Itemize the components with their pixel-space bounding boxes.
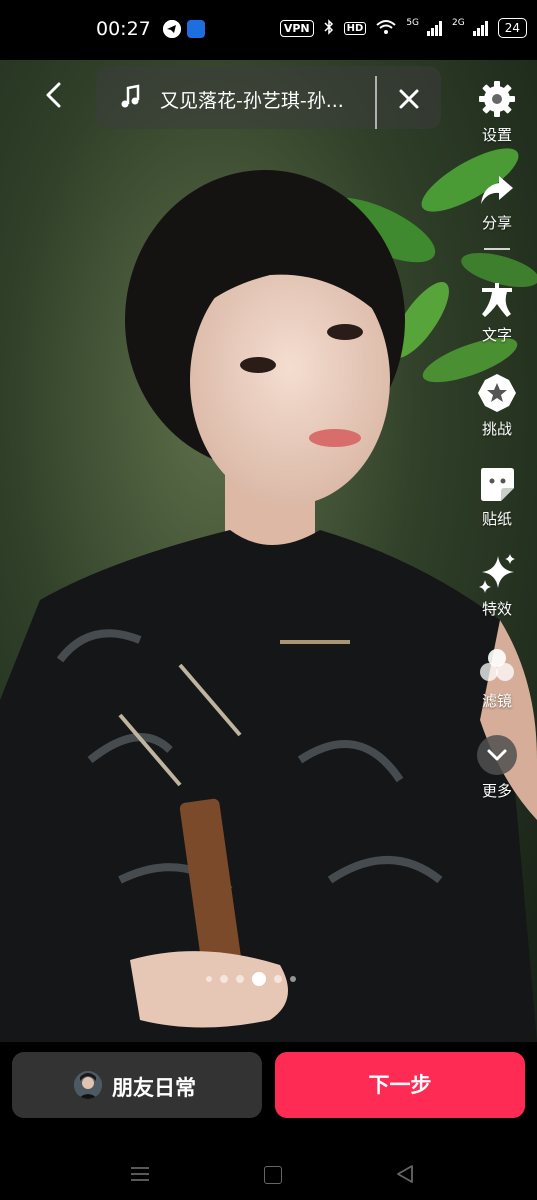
tool-effects-label: 特效 [481, 600, 512, 618]
status-bar: 00:27 VPN HD 5G 2G 24 [0, 0, 537, 60]
system-nav-bar [0, 1150, 537, 1200]
vpn-badge: VPN [279, 19, 314, 37]
music-selector[interactable]: 又见落花-孙艺琪-孙... [96, 66, 441, 129]
share-icon [481, 176, 513, 204]
tool-text-label: 文字 [481, 326, 512, 344]
friends-daily-label: 朋友日常 [112, 1076, 196, 1100]
bottom-bar: 朋友日常 下一步 [0, 1042, 537, 1200]
tool-more-label: 更多 [481, 782, 512, 800]
hd-badge: HD [343, 21, 367, 35]
page-indicator [206, 972, 296, 986]
tool-settings-label: 设置 [481, 126, 512, 144]
telegram-icon [163, 20, 181, 38]
status-time: 00:27 [96, 18, 151, 40]
tool-effects[interactable]: 特效 [469, 552, 525, 619]
page-dot[interactable] [220, 975, 228, 983]
page-dot[interactable] [206, 976, 212, 982]
tool-challenge-label: 挑战 [481, 420, 512, 438]
bluetooth-icon [324, 18, 334, 38]
page-dot-active[interactable] [252, 972, 266, 986]
app-notification-icon [187, 20, 205, 38]
signal-icon [427, 20, 443, 36]
tool-text[interactable]: 文字 [469, 280, 525, 345]
battery-indicator: 24 [497, 18, 527, 38]
text-icon [482, 283, 512, 317]
tool-sticker-label: 贴纸 [481, 510, 512, 528]
home-icon[interactable] [264, 1166, 282, 1184]
friends-daily-button[interactable]: 朋友日常 [12, 1052, 262, 1118]
page-dot[interactable] [274, 975, 282, 983]
tool-share-label: 分享 [481, 214, 512, 232]
tool-filter-label: 滤镜 [481, 692, 512, 710]
gear-icon [479, 81, 515, 117]
tool-filter[interactable]: 滤镜 [469, 646, 525, 711]
filter-icon [480, 649, 514, 681]
tool-settings[interactable]: 设置 [469, 78, 525, 145]
network-5g-label: 5G [406, 18, 420, 28]
music-note-icon [121, 84, 140, 108]
music-title: 又见落花-孙艺琪-孙... [160, 90, 344, 112]
chevron-left-icon [46, 82, 61, 108]
wifi-icon [376, 19, 396, 38]
sticker-icon [481, 468, 514, 501]
menu-icon[interactable] [130, 1166, 150, 1182]
back-button[interactable] [38, 78, 72, 112]
next-button[interactable]: 下一步 [275, 1052, 525, 1118]
close-icon[interactable] [394, 84, 424, 114]
tool-share[interactable]: 分享 [469, 172, 525, 233]
challenge-icon [478, 374, 516, 412]
page-dot[interactable] [236, 975, 244, 983]
back-triangle-icon[interactable] [395, 1164, 415, 1184]
tool-sticker[interactable]: 贴纸 [469, 464, 525, 529]
photo-preview[interactable] [0, 60, 537, 1042]
chevron-down-icon [477, 735, 517, 775]
tool-more[interactable]: 更多 [469, 734, 525, 801]
tool-challenge[interactable]: 挑战 [469, 372, 525, 439]
tool-separator [469, 248, 525, 250]
sparkle-icon [479, 554, 515, 593]
portrait-photo [0, 60, 537, 1042]
network-2g-label: 2G [452, 18, 465, 28]
avatar [74, 1071, 102, 1099]
signal-icon-2 [472, 20, 488, 36]
pill-divider [375, 76, 377, 129]
page-dot[interactable] [290, 976, 296, 982]
